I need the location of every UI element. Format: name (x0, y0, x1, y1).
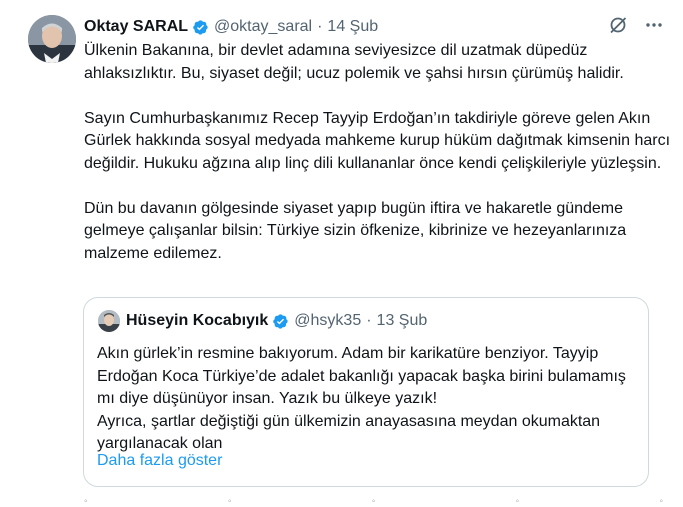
show-more-link[interactable]: Daha fazla göster (97, 452, 222, 470)
quoted-tweet[interactable]: Hüseyin Kocabıyık @hsyk35 · 13 Şub Akın … (83, 297, 649, 487)
repost-icon[interactable]: ◦ (228, 497, 232, 507)
tweet-text: Ülkenin Bakanına, bir devlet adamına sev… (84, 42, 671, 262)
tweet-date[interactable]: 14 Şub (327, 18, 378, 36)
author-name[interactable]: Oktay SARAL (84, 18, 188, 36)
quoted-author-handle[interactable]: @hsyk35 (294, 312, 361, 330)
separator-dot: · (366, 312, 372, 329)
like-icon[interactable]: ◦ (372, 497, 376, 507)
quoted-author-avatar[interactable] (98, 310, 120, 332)
share-icon[interactable]: ◦ (659, 497, 663, 507)
author-handle[interactable]: @oktay_saral (214, 18, 312, 36)
tweet[interactable]: Oktay SARAL @oktay_saral · 14 Şub Ülkeni… (0, 0, 683, 507)
tweet-actions-top (607, 14, 665, 36)
verified-badge-icon (272, 313, 289, 330)
separator-dot: · (317, 18, 323, 35)
quoted-tweet-text: Akın gürlek’in resmine bakıyorum. Adam b… (97, 345, 626, 452)
tweet-header: Oktay SARAL @oktay_saral · 14 Şub (84, 16, 663, 38)
verified-badge-icon (192, 19, 209, 36)
author-avatar[interactable] (28, 15, 76, 63)
more-icon[interactable] (643, 14, 665, 36)
grok-icon[interactable] (607, 14, 629, 36)
views-icon[interactable]: ◦ (516, 497, 520, 507)
quoted-tweet-header: Hüseyin Kocabıyık @hsyk35 · 13 Şub (98, 310, 427, 332)
tweet-action-bar-cutoff: ◦ ◦ ◦ ◦ ◦ (84, 497, 663, 507)
quoted-tweet-date[interactable]: 13 Şub (377, 312, 428, 330)
quoted-author-name[interactable]: Hüseyin Kocabıyık (126, 312, 268, 330)
reply-icon[interactable]: ◦ (84, 497, 88, 507)
